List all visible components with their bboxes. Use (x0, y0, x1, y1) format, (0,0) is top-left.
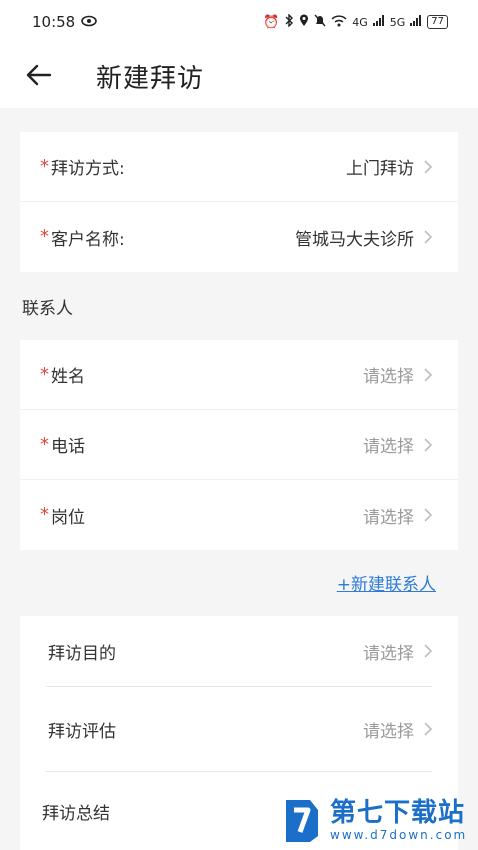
watermark-text: 第七下载站 www.d7down.com (330, 800, 467, 841)
wifi-icon (331, 14, 347, 30)
visit-purpose-value-wrap: 请选择 (363, 639, 432, 664)
back-arrow-icon[interactable] (24, 60, 54, 90)
contact-position-label: 岗位 (51, 507, 85, 528)
contact-phone-label-wrap: * 电话 (40, 432, 85, 457)
mute-icon (314, 14, 326, 30)
required-star: * (40, 433, 49, 455)
chevron-right-icon (424, 437, 432, 452)
customer-name-label: 客户名称: (51, 229, 125, 250)
visit-assessment-row[interactable]: 拜访评估 请选择 (20, 687, 458, 771)
add-contact-link[interactable]: +新建联系人 (337, 570, 436, 595)
contact-position-label-wrap: * 岗位 (40, 503, 85, 528)
visit-method-row[interactable]: * 拜访方式: 上门拜访 (20, 132, 458, 202)
chevron-right-icon (424, 159, 432, 174)
status-left: 10:58 (32, 13, 98, 31)
visit-method-value-wrap: 上门拜访 (346, 154, 432, 179)
required-star: * (40, 226, 49, 247)
contact-position-placeholder: 请选择 (363, 507, 414, 528)
visit-assessment-value-wrap: 请选择 (363, 717, 432, 742)
visit-purpose-placeholder: 请选择 (363, 643, 414, 664)
contact-section-title: 联系人 (22, 299, 73, 319)
contact-name-label: 姓名 (51, 367, 85, 387)
visit-method-label-wrap: * 拜访方式: (40, 154, 125, 179)
required-star: * (40, 504, 49, 525)
watermark-url: www.d7down.com (330, 827, 468, 842)
chevron-right-icon (424, 508, 432, 522)
battery-icon: 77 (427, 15, 448, 29)
customer-name-row[interactable]: * 客户名称: 管城马大夫诊所 (20, 202, 458, 272)
visit-assessment-label: 拜访评估 (48, 721, 116, 742)
contact-position-value-wrap: 请选择 (363, 503, 432, 528)
signal-icon-1 (372, 15, 385, 29)
visit-summary-label: 拜访总结 (42, 803, 110, 824)
bluetooth-icon (284, 13, 294, 30)
network-label-2: 5G (389, 15, 406, 29)
chevron-right-icon (424, 644, 432, 658)
watermark: 第七下载站 www.d7down.com (280, 796, 467, 844)
required-star: * (40, 155, 49, 177)
watermark-logo-icon (280, 796, 324, 844)
contact-card: * 姓名 请选择 * 电话 请选择 * 岗位 请选择 (20, 340, 458, 550)
signal-icon-2 (410, 15, 422, 29)
contact-name-label-wrap: * 姓名 (40, 362, 85, 387)
location-icon (299, 14, 309, 30)
watermark-name: 第七下载站 (330, 797, 466, 828)
visit-purpose-label: 拜访目的 (48, 643, 116, 664)
visit-method-value: 上门拜访 (346, 159, 414, 179)
eye-icon (81, 13, 98, 31)
title-bar: 新建拜访 (0, 44, 478, 108)
visit-info-card: * 拜访方式: 上门拜访 * 客户名称: 管城马大夫诊所 (20, 132, 458, 272)
visit-purpose-row[interactable]: 拜访目的 请选择 (20, 616, 458, 686)
chevron-right-icon (424, 367, 432, 382)
alarm-icon: ⏰ (263, 14, 280, 30)
network-label-1: 4G (352, 15, 368, 29)
page-title: 新建拜访 (96, 64, 205, 94)
status-bar: 10:58 ⏰ 4G 5G 77 (0, 0, 478, 44)
customer-name-label-wrap: * 客户名称: (40, 225, 125, 250)
required-star: * (40, 363, 49, 385)
status-right: ⏰ 4G 5G 77 (263, 13, 448, 30)
contact-position-row[interactable]: * 岗位 请选择 (20, 480, 458, 550)
customer-name-value-wrap: 管城马大夫诊所 (295, 225, 432, 250)
visit-method-label: 拜访方式: (51, 159, 125, 179)
visit-assessment-placeholder: 请选择 (363, 721, 414, 742)
contact-name-value-wrap: 请选择 (363, 362, 432, 387)
contact-phone-placeholder: 请选择 (363, 437, 414, 457)
contact-phone-row[interactable]: * 电话 请选择 (20, 410, 458, 480)
contact-name-row[interactable]: * 姓名 请选择 (20, 340, 458, 410)
contact-phone-value-wrap: 请选择 (363, 432, 432, 457)
customer-name-value: 管城马大夫诊所 (295, 229, 414, 250)
chevron-right-icon (424, 722, 432, 736)
contact-name-placeholder: 请选择 (363, 367, 414, 387)
contact-phone-label: 电话 (51, 437, 85, 457)
status-time: 10:58 (32, 13, 76, 31)
chevron-right-icon (424, 230, 432, 244)
